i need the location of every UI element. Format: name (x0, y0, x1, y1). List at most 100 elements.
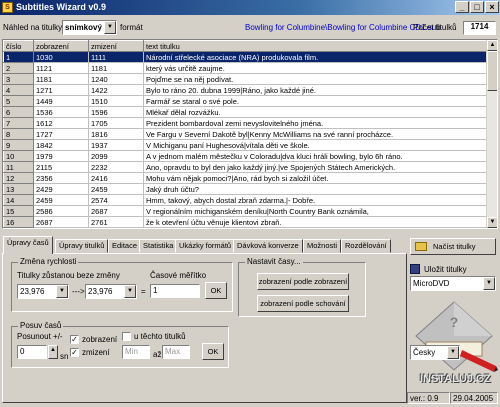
column-header-number[interactable]: číslo (3, 40, 34, 52)
fps-from-select[interactable]: 23,976 ▼ (17, 284, 69, 299)
table-row[interactable]: 9 1842 1937 V Michiganu paní Hughesová|víta… (3, 139, 488, 151)
show-time[interactable]: 2115 (33, 161, 89, 173)
speed-ok-button[interactable]: OK (205, 282, 227, 299)
show-time[interactable]: 1612 (33, 117, 89, 129)
only-these-checkbox[interactable] (122, 332, 131, 341)
subtitle-text[interactable]: Ano, opravdu to byl den jako každý jiný.… (143, 161, 488, 173)
fps-to-select[interactable]: 23,976 ▼ (85, 284, 137, 299)
table-row[interactable]: 2 1121 1181 který vás určitě zaujme. (3, 62, 488, 74)
row-number[interactable]: 7 (3, 117, 34, 129)
hide-time[interactable]: 2875 (88, 227, 144, 228)
show-time[interactable]: 1727 (33, 128, 89, 140)
row-number[interactable]: 13 (3, 183, 34, 195)
row-number[interactable]: 1 (3, 51, 34, 63)
scroll-thumb[interactable] (487, 51, 497, 91)
table-row[interactable]: 4 1271 1422 Bylo to ráno 20. dubna 1999|Rán… (3, 84, 488, 96)
chevron-down-icon[interactable]: ▼ (56, 285, 68, 298)
preview-select[interactable]: snímkový ▼ (62, 20, 117, 35)
tab-editing[interactable]: Editace (108, 239, 142, 253)
subtitle-text[interactable]: Farmář se staral o své pole. (143, 95, 488, 107)
table-row[interactable]: 11 2115 2232 Ano, opravdu to byl den jako k… (3, 161, 488, 173)
table-row[interactable]: 10 1979 2099 A v jednom malém městečku v Co… (3, 150, 488, 162)
scroll-down-icon[interactable]: ▼ (487, 217, 497, 228)
show-time[interactable]: 1030 (33, 51, 89, 63)
hide-time[interactable]: 1111 (88, 51, 144, 63)
subtitle-text[interactable]: Prezident bombardoval zemi nevysloviteln… (143, 117, 488, 129)
hide-time[interactable]: 2099 (88, 150, 144, 162)
subtitle-text[interactable]: V regionálním michiganském deníku|North … (143, 205, 488, 217)
show-time[interactable]: 2586 (33, 205, 89, 217)
load-subtitles-button[interactable]: Načíst titulky (410, 238, 496, 255)
hide-time[interactable]: 2761 (88, 216, 144, 228)
max-input[interactable]: Max (162, 345, 190, 359)
language-select[interactable]: Česky ▼ (410, 345, 460, 360)
row-number[interactable]: 10 (3, 150, 34, 162)
table-row[interactable]: 1727612875Máme tu kataloog|Nabízejí něja… (3, 227, 488, 228)
hide-time[interactable]: 2459 (88, 183, 144, 195)
row-number[interactable]: 11 (3, 161, 34, 173)
hide-time[interactable]: 2232 (88, 161, 144, 173)
row-number[interactable]: 9 (3, 139, 34, 151)
minimize-button[interactable]: _ (455, 1, 469, 13)
hide-time[interactable]: 2416 (88, 172, 144, 184)
subtitle-text[interactable]: V Michiganu paní Hughesová|vítala děti v… (143, 139, 488, 151)
show-time[interactable]: 1842 (33, 139, 89, 151)
hide-time[interactable]: 1240 (88, 73, 144, 85)
table-row[interactable]: 8 1727 1816 Ve Fargu v Severní Dakotě byl|K… (3, 128, 488, 140)
row-number[interactable]: 14 (3, 194, 34, 206)
table-row[interactable]: 13 2429 2459 Jaký druh účtu? (3, 183, 488, 195)
row-number[interactable]: 17 (3, 227, 34, 228)
hide-time[interactable]: 1705 (88, 117, 144, 129)
show-time[interactable]: 2761 (33, 227, 89, 228)
show-time[interactable]: 2429 (33, 183, 89, 195)
show-time[interactable]: 2687 (33, 216, 89, 228)
tab-time-edits[interactable]: Úpravy časů (3, 236, 53, 254)
subtitle-text[interactable]: Bylo to ráno 20. dubna 1999|Ráno, jako k… (143, 84, 488, 96)
subtitle-text[interactable]: Národní střelecké asociace (NRA) produko… (143, 51, 488, 63)
row-number[interactable]: 15 (3, 205, 34, 217)
maximize-button[interactable]: □ (470, 1, 484, 13)
close-button[interactable]: × (485, 1, 499, 13)
shift-value-input[interactable]: 0 (17, 345, 47, 359)
table-row[interactable]: 12 2356 2416 Mohu vám nějak pomoci?|Ano, rá… (3, 172, 488, 184)
show-time[interactable]: 1121 (33, 62, 89, 74)
show-by-hide-button[interactable]: zobrazení podle schování (257, 295, 349, 312)
subtitle-text[interactable]: Ve Fargu v Severní Dakotě byl|Kenny McWi… (143, 128, 488, 140)
hide-time[interactable]: 1510 (88, 95, 144, 107)
subtitle-text[interactable]: Jaký druh účtu? (143, 183, 488, 195)
subtitle-text[interactable]: Máme tu kataloog|Nabízejí nějaké vybrané… (143, 227, 488, 228)
row-number[interactable]: 6 (3, 106, 34, 118)
column-header-hide[interactable]: zmizení (88, 40, 144, 52)
grid-scrollbar[interactable]: ▲ ▼ (486, 40, 497, 228)
tab-batch-convert[interactable]: Dávková konverze (233, 239, 303, 253)
hide-time[interactable]: 2687 (88, 205, 144, 217)
subtitle-text[interactable]: A v jednom malém městečku v Coloradu|dva… (143, 150, 488, 162)
table-row[interactable]: 15 2586 2687 V regionálním michiganském den… (3, 205, 488, 217)
table-row[interactable]: 6 1536 1596 Mlékař dělal rozvážku. (3, 106, 488, 118)
show-checkbox[interactable]: ✓ (70, 335, 79, 344)
row-number[interactable]: 4 (3, 84, 34, 96)
chevron-down-icon[interactable]: ▼ (483, 277, 495, 290)
show-time[interactable]: 1536 (33, 106, 89, 118)
table-row[interactable]: 5 1449 1510 Farmář se staral o své pole. (3, 95, 488, 107)
row-number[interactable]: 3 (3, 73, 34, 85)
chevron-down-icon[interactable]: ▼ (104, 21, 116, 34)
tab-subtitle-edits[interactable]: Úpravy titulků (55, 239, 109, 253)
show-time[interactable]: 1979 (33, 150, 89, 162)
table-row[interactable]: 16 2687 2761 že k otevření účtu věnuje klie… (3, 216, 488, 228)
subtitle-text[interactable]: Hmm, takový, abych dostal zbraň zdarma.|… (143, 194, 488, 206)
table-row[interactable]: 7 1612 1705 Prezident bombardoval zemi nevy… (3, 117, 488, 129)
show-time[interactable]: 1449 (33, 95, 89, 107)
hide-time[interactable]: 1596 (88, 106, 144, 118)
hide-time[interactable]: 1422 (88, 84, 144, 96)
tab-options[interactable]: Možnosti (303, 239, 342, 253)
show-by-show-button[interactable]: zobrazení podle zobrazení (257, 273, 349, 290)
show-time[interactable]: 2459 (33, 194, 89, 206)
tab-splitting[interactable]: Rozdělování (341, 239, 391, 253)
table-row[interactable]: 1 1030 1111 Národní střelecké asociace (NRA… (3, 51, 488, 63)
save-subtitles-button[interactable]: Uložit titulky (424, 265, 467, 274)
table-row[interactable]: 3 1181 1240 Pojďme se na něj podívat. (3, 73, 488, 85)
row-number[interactable]: 8 (3, 128, 34, 140)
scroll-up-icon[interactable]: ▲ (487, 40, 497, 51)
tab-format-samples[interactable]: Ukázky formátů (175, 239, 236, 253)
